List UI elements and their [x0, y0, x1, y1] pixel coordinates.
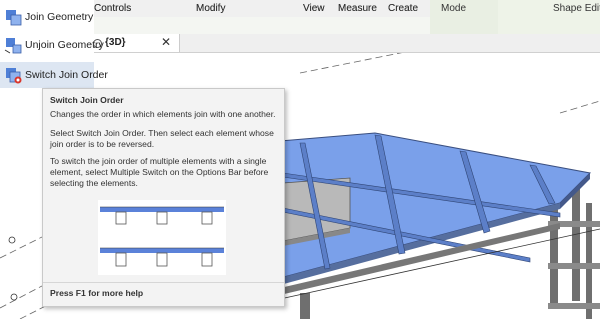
tooltip-switch-join-order: Switch Join Order Changes the order in w… — [42, 88, 285, 307]
menu-item-unjoin-geometry[interactable]: Unjoin Geometry — [0, 32, 104, 58]
tooltip-help-hint: Press F1 for more help — [50, 288, 144, 298]
menu-item-label: Switch Join Order — [25, 69, 108, 81]
ribbon-panel-measure-label: Measure — [338, 3, 377, 14]
grid-bubble-icon — [10, 293, 18, 301]
menu-item-label: Join Geometry — [25, 11, 94, 23]
ribbon-panel-shape-editing-label: Shape Editin — [553, 3, 600, 14]
ribbon-panel-modify-label: Modify — [196, 3, 226, 14]
join-geometry-icon — [6, 10, 22, 26]
menu-item-switch-join-order[interactable]: Switch Join Order — [0, 62, 108, 88]
grid-bubble-icon — [8, 236, 16, 244]
tooltip-illustration — [98, 200, 226, 275]
tooltip-title: Switch Join Order — [50, 95, 124, 105]
ribbon-panel-view-label: View — [303, 3, 325, 14]
switch-join-order-icon — [6, 68, 22, 84]
tooltip-paragraph-1: Select Switch Join Order. Then select ea… — [50, 128, 274, 149]
ribbon-panel-create-label: Create — [388, 3, 419, 14]
menu-item-label: Unjoin Geometry — [25, 39, 104, 51]
tooltip-description: Changes the order in which elements join… — [50, 109, 276, 119]
menu-item-join-geometry[interactable]: Join Geometry — [0, 4, 94, 30]
ribbon-panel-controls-label: Controls — [94, 3, 132, 14]
unjoin-geometry-icon — [4, 38, 22, 54]
close-tab-icon[interactable]: ✕ — [161, 35, 171, 49]
ribbon-panel-mode-label: Mode — [441, 3, 467, 14]
view-tab-label: {3D} — [105, 37, 126, 48]
3d-view-canvas[interactable]: Join Geometry Unjoin Geometry Switch Joi… — [0, 0, 600, 320]
tooltip-divider — [43, 282, 284, 283]
tooltip-paragraph-2: To switch the join order of multiple ele… — [50, 156, 269, 188]
join-geometry-dropdown: Join Geometry Unjoin Geometry Switch Joi… — [0, 0, 108, 90]
